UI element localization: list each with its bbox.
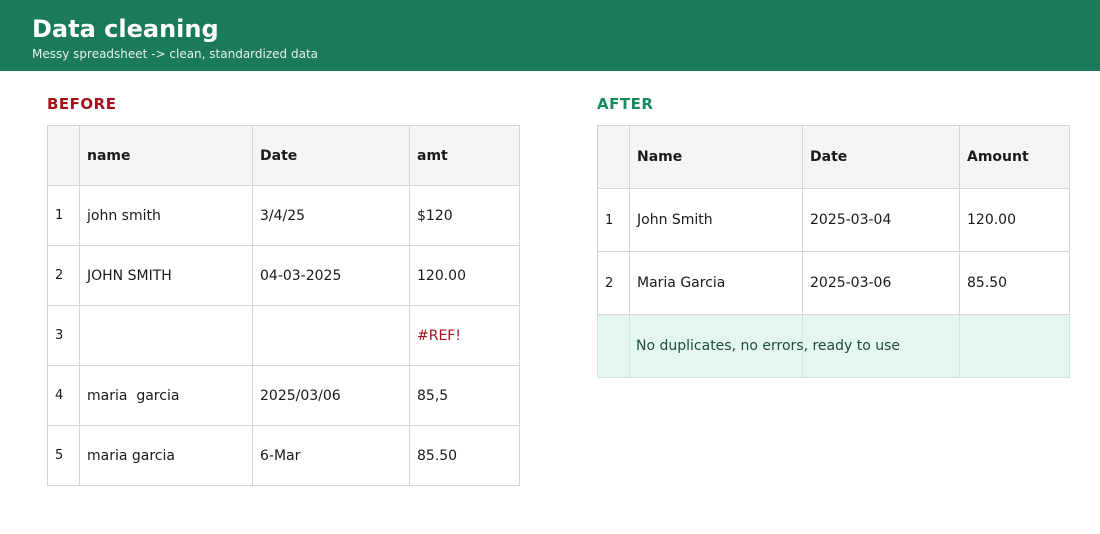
name-cell[interactable]: maria garcia [79,365,253,426]
date-cell[interactable]: 2025/03/06 [252,365,410,426]
name-cell[interactable]: maria garcia [79,425,253,486]
amount-cell[interactable]: 85.50 [959,251,1070,315]
summary-cell[interactable] [959,314,1070,378]
after-label: AFTER [597,95,654,113]
page-subtitle: Messy spreadsheet -> clean, standardized… [32,47,318,61]
row-number[interactable]: 4 [47,365,80,426]
name-cell[interactable]: JOHN SMITH [79,245,253,306]
amount-cell[interactable]: 120.00 [959,188,1070,252]
table-row: 2 Maria Garcia 2025-03-06 85.50 [597,251,1070,315]
date-cell[interactable]: 2025-03-06 [802,251,960,315]
table-row: 3 #REF! [47,305,520,366]
summary-message: No duplicates, no errors, ready to use [636,338,901,354]
row-number[interactable]: 1 [47,185,80,246]
table-row: 4 maria garcia 2025/03/06 85,5 [47,365,520,426]
date-cell[interactable]: 04-03-2025 [252,245,410,306]
table-row: 2 JOHN SMITH 04-03-2025 120.00 [47,245,520,306]
row-number-header[interactable] [597,125,630,189]
table-row: 5 maria garcia 6-Mar 85.50 [47,425,520,486]
column-header-amount[interactable]: Amount [959,125,1070,189]
column-header-name[interactable]: name [79,125,253,186]
amount-cell[interactable]: 85,5 [409,365,520,426]
table-row: 1 john smith 3/4/25 $120 [47,185,520,246]
amount-error-cell[interactable]: #REF! [409,305,520,366]
row-number[interactable]: 2 [47,245,80,306]
table-row: 1 John Smith 2025-03-04 120.00 [597,188,1070,252]
name-cell[interactable] [79,305,253,366]
table-header-row: Name Date Amount [597,125,1070,189]
app-header: Data cleaning Messy spreadsheet -> clean… [0,0,1100,71]
name-cell[interactable]: Maria Garcia [629,251,803,315]
column-header-amount[interactable]: amt [409,125,520,186]
row-number[interactable]: 2 [597,251,630,315]
column-header-name[interactable]: Name [629,125,803,189]
row-number[interactable]: 5 [47,425,80,486]
amount-cell[interactable]: $120 [409,185,520,246]
date-cell[interactable]: 6-Mar [252,425,410,486]
row-number[interactable]: 3 [47,305,80,366]
date-cell[interactable] [252,305,410,366]
date-cell[interactable]: 2025-03-04 [802,188,960,252]
column-header-date[interactable]: Date [802,125,960,189]
before-table: name Date amt 1 john smith 3/4/25 $120 2… [47,125,520,486]
row-number[interactable]: 1 [597,188,630,252]
before-label: BEFORE [47,95,117,113]
name-cell[interactable]: John Smith [629,188,803,252]
page-title: Data cleaning [32,15,219,43]
table-header-row: name Date amt [47,125,520,186]
amount-cell[interactable]: 85.50 [409,425,520,486]
summary-cell[interactable] [597,314,630,378]
date-cell[interactable]: 3/4/25 [252,185,410,246]
row-number-header[interactable] [47,125,80,186]
column-header-date[interactable]: Date [252,125,410,186]
amount-cell[interactable]: 120.00 [409,245,520,306]
name-cell[interactable]: john smith [79,185,253,246]
